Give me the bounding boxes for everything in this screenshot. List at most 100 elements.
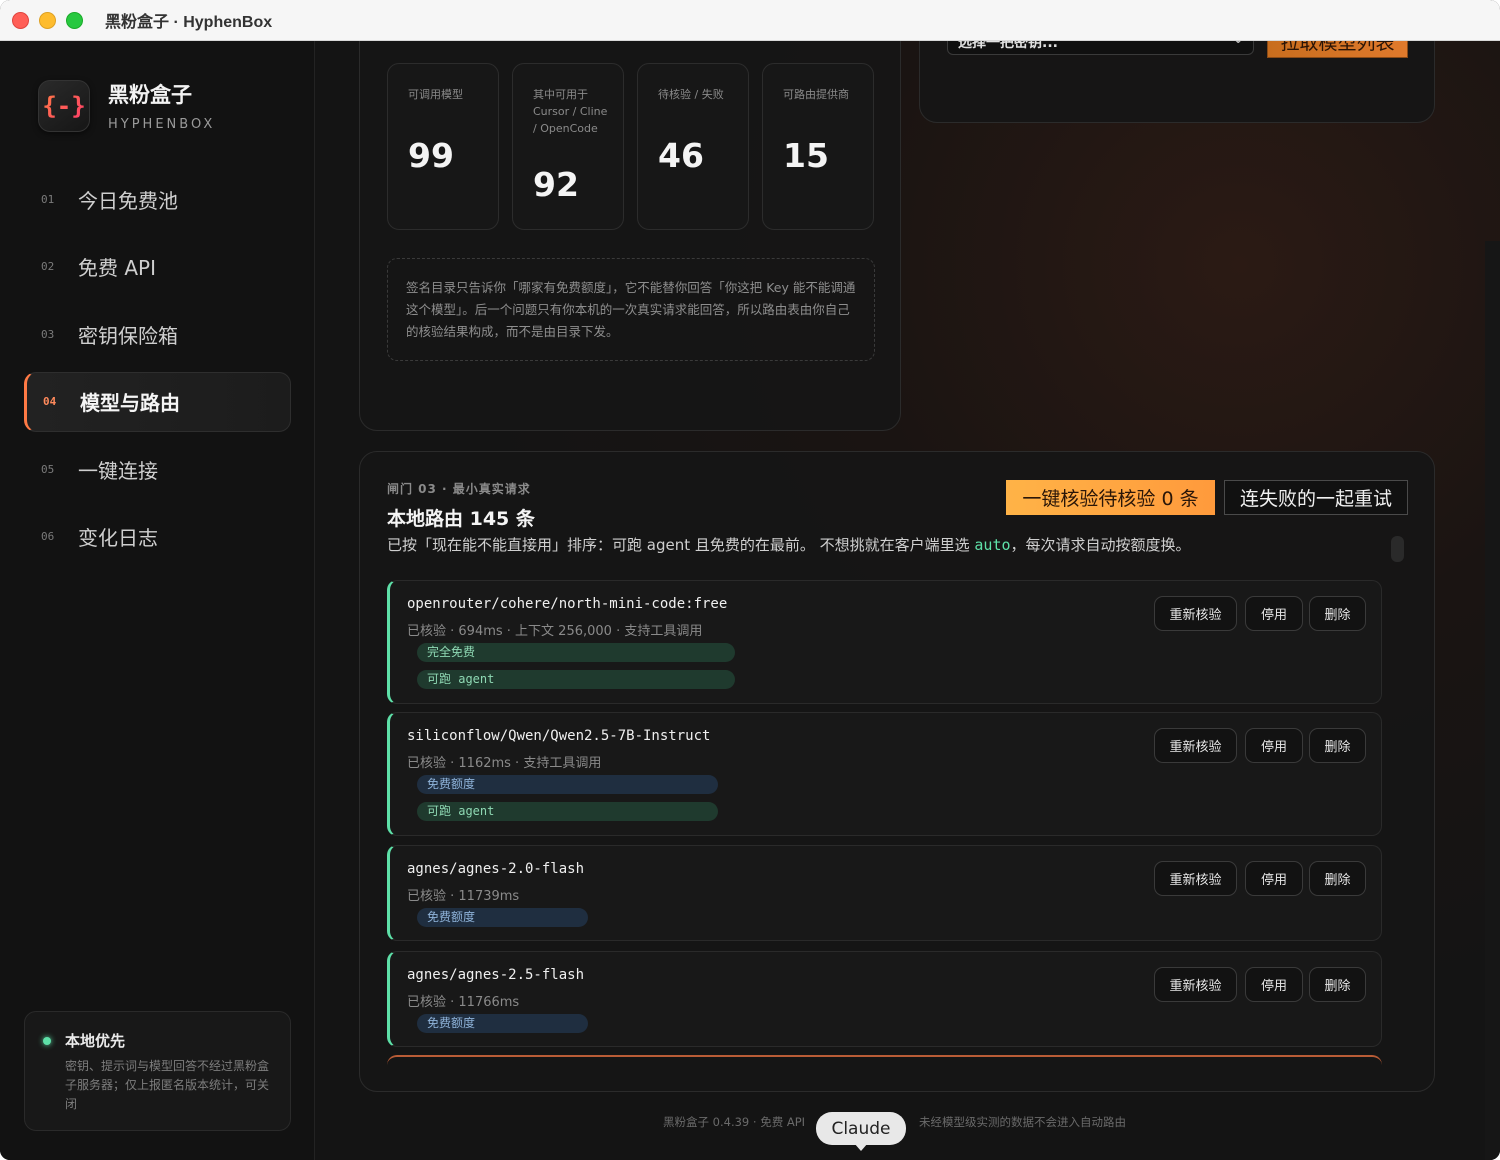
key-picker-panel: 选择一把密钥... ⇕ 拉取模型列表 bbox=[919, 41, 1435, 123]
stat-label: 可调用模型 bbox=[408, 88, 463, 101]
disable-button[interactable]: 停用 bbox=[1245, 596, 1303, 631]
nav-number: 02 bbox=[41, 260, 55, 273]
tooltip: Claude bbox=[816, 1112, 906, 1151]
local-routes-panel: 闸门 03 · 最小真实请求 本地路由 145 条 已按「现在能不能直接用」排序… bbox=[359, 451, 1435, 1092]
pull-model-list-button[interactable]: 拉取模型列表 bbox=[1267, 41, 1408, 58]
route-card: openrouter/cohere/north-mini-code:free 已… bbox=[387, 580, 1382, 704]
main-scrollbar[interactable] bbox=[1485, 241, 1500, 1160]
window-controls bbox=[12, 11, 83, 29]
stat-agent-compatible: 其中可用于 Cursor / Cline / OpenCode 92 bbox=[512, 63, 624, 230]
tag-free-quota: 免费额度 bbox=[417, 775, 718, 794]
zoom-window-button[interactable] bbox=[66, 11, 83, 29]
sidebar-item-changelog[interactable]: 06 变化日志 bbox=[24, 507, 291, 567]
footer-disclaimer: 未经模型级实测的数据不会进入自动路由 bbox=[919, 1115, 1126, 1129]
local-first-description: 密钥、提示词与模型回答不经过黑粉盒子服务器；仅上报匿名版本统计，可关闭 bbox=[65, 1059, 270, 1111]
delete-button[interactable]: 删除 bbox=[1309, 728, 1366, 763]
sidebar-item-free-pool[interactable]: 01 今日免费池 bbox=[24, 169, 291, 229]
list-scrollbar-thumb[interactable] bbox=[1391, 536, 1404, 562]
nav-number: 01 bbox=[41, 192, 55, 206]
select-chevron-icon: ⇕ bbox=[1232, 41, 1244, 47]
route-meta: 已核验 · 11766ms bbox=[407, 995, 520, 1010]
minimize-window-button[interactable] bbox=[39, 11, 56, 29]
route-model-name: agnes/agnes-2.0-flash bbox=[407, 861, 585, 877]
nav-label: 免费 API bbox=[78, 256, 156, 280]
route-card: agnes/agnes-2.5-flash 已核验 · 11766ms 免费额度… bbox=[387, 951, 1382, 1047]
stat-value: 46 bbox=[658, 136, 704, 175]
close-window-button[interactable] bbox=[12, 11, 29, 29]
window-title: 黑粉盒子 · HyphenBox bbox=[105, 14, 273, 31]
retry-failed-button[interactable]: 连失败的一起重试 bbox=[1224, 480, 1408, 515]
routes-title: 本地路由 145 条 bbox=[387, 508, 535, 530]
sidebar-nav: 01 今日免费池 02 免费 API 03 密钥保险箱 04 模型与路由 05 … bbox=[24, 169, 291, 574]
route-meta: 已核验 · 11739ms bbox=[407, 889, 520, 904]
tag-agent-capable: 可跑 agent bbox=[417, 670, 735, 689]
route-card: agnes/agnes-2.0-flash 已核验 · 11739ms 免费额度… bbox=[387, 845, 1382, 941]
delete-button[interactable]: 删除 bbox=[1309, 967, 1366, 1002]
nav-label: 今日免费池 bbox=[78, 188, 178, 213]
delete-button[interactable]: 删除 bbox=[1309, 861, 1366, 896]
route-model-name: openrouter/cohere/north-mini-code:free bbox=[407, 596, 728, 612]
disable-button[interactable]: 停用 bbox=[1245, 728, 1303, 763]
disable-button[interactable]: 停用 bbox=[1245, 967, 1303, 1002]
stat-label: 可路由提供商 bbox=[783, 88, 849, 101]
stat-callable-models: 可调用模型 99 bbox=[387, 63, 499, 230]
brand-name: 黑粉盒子 bbox=[108, 83, 192, 107]
stat-pending-failed: 待核验 / 失败 46 bbox=[637, 63, 749, 230]
routes-desc-prefix: 已按「现在能不能直接用」排序：可跑 agent 且免费的在最前。 不想挑就在客户… bbox=[387, 536, 975, 554]
sidebar-item-models-routing[interactable]: 04 模型与路由 bbox=[24, 371, 291, 432]
nav-label: 变化日志 bbox=[78, 526, 158, 550]
reverify-button[interactable]: 重新核验 bbox=[1154, 596, 1237, 631]
key-select[interactable]: 选择一把密钥... ⇕ bbox=[947, 41, 1254, 55]
auto-model-code: auto bbox=[974, 536, 1011, 554]
key-select-value: 选择一把密钥... bbox=[958, 41, 1058, 51]
route-meta: 已核验 · 694ms · 上下文 256,000 · 支持工具调用 bbox=[407, 624, 703, 639]
brand: {-} 黑粉盒子 HYPHENBOX bbox=[38, 79, 215, 132]
status-dot-icon bbox=[43, 1036, 51, 1045]
nav-number: 04 bbox=[43, 395, 57, 408]
model-stats-panel: 可调用模型 99 其中可用于 Cursor / Cline / OpenCode… bbox=[359, 41, 901, 431]
nav-label: 模型与路由 bbox=[80, 391, 180, 415]
reverify-button[interactable]: 重新核验 bbox=[1154, 967, 1237, 1002]
route-card: siliconflow/Qwen/Qwen2.5-7B-Instruct 已核验… bbox=[387, 712, 1382, 836]
stat-label: 其中可用于 Cursor / Cline / OpenCode bbox=[533, 88, 608, 135]
brand-subtitle: HYPHENBOX bbox=[108, 117, 216, 132]
titlebar: 黑粉盒子 · HyphenBox bbox=[0, 0, 1500, 41]
local-first-card: 本地优先 密钥、提示词与模型回答不经过黑粉盒子服务器；仅上报匿名版本统计，可关闭 bbox=[24, 1011, 291, 1131]
reverify-button[interactable]: 重新核验 bbox=[1154, 728, 1237, 763]
route-meta: 已核验 · 1162ms · 支持工具调用 bbox=[407, 756, 602, 771]
sidebar-item-free-api[interactable]: 02 免费 API bbox=[24, 237, 291, 297]
stat-value: 99 bbox=[408, 136, 454, 175]
nav-number: 03 bbox=[41, 327, 55, 341]
route-model-name: agnes/agnes-2.5-flash bbox=[407, 967, 585, 983]
app-logo-icon: {-} bbox=[38, 79, 90, 132]
routes-desc-suffix: ，每次请求自动按额度换。 bbox=[1010, 536, 1191, 554]
sidebar-item-key-vault[interactable]: 03 密钥保险箱 bbox=[24, 304, 291, 364]
sidebar-item-one-click-connect[interactable]: 05 一键连接 bbox=[24, 439, 291, 499]
nav-label: 一键连接 bbox=[78, 458, 158, 483]
tag-agent-capable: 可跑 agent bbox=[417, 802, 718, 821]
next-route-card-edge bbox=[387, 1055, 1382, 1069]
stat-label: 待核验 / 失败 bbox=[658, 88, 724, 101]
main-content[interactable]: 可调用模型 99 其中可用于 Cursor / Cline / OpenCode… bbox=[316, 41, 1500, 1160]
routing-explanation-note: 签名目录只告诉你「哪家有免费额度」，它不能替你回答「你这把 Key 能不能调通这… bbox=[387, 258, 875, 361]
footer-version: 黑粉盒子 0.4.39 · 免费 API bbox=[663, 1115, 806, 1129]
stat-routable-providers: 可路由提供商 15 bbox=[762, 63, 874, 230]
delete-button[interactable]: 删除 bbox=[1309, 596, 1366, 631]
logo-glyph: {-} bbox=[42, 91, 86, 120]
stat-value: 92 bbox=[533, 165, 579, 204]
local-first-title: 本地优先 bbox=[65, 1032, 126, 1050]
gate-label: 闸门 03 · 最小真实请求 bbox=[387, 482, 531, 496]
app-window: 黑粉盒子 · HyphenBox {-} 黑粉盒子 HYPHENBOX 01 今… bbox=[0, 0, 1500, 1160]
tag-free-quota: 免费额度 bbox=[417, 1014, 588, 1033]
nav-label: 密钥保险箱 bbox=[78, 323, 178, 348]
tag-fully-free: 完全免费 bbox=[417, 643, 735, 662]
disable-button[interactable]: 停用 bbox=[1245, 861, 1303, 896]
nav-number: 05 bbox=[41, 462, 55, 476]
route-model-name: siliconflow/Qwen/Qwen2.5-7B-Instruct bbox=[407, 728, 711, 744]
nav-number: 06 bbox=[41, 530, 55, 543]
verify-pending-button[interactable]: 一键核验待核验 0 条 bbox=[1006, 480, 1215, 515]
routes-description: 已按「现在能不能直接用」排序：可跑 agent 且免费的在最前。 不想挑就在客户… bbox=[387, 534, 1191, 555]
tag-free-quota: 免费额度 bbox=[417, 908, 588, 927]
reverify-button[interactable]: 重新核验 bbox=[1154, 861, 1237, 896]
footer: 黑粉盒子 0.4.39 · 免费 API 未经模型级实测的数据不会进入自动路由 bbox=[663, 1114, 1126, 1130]
